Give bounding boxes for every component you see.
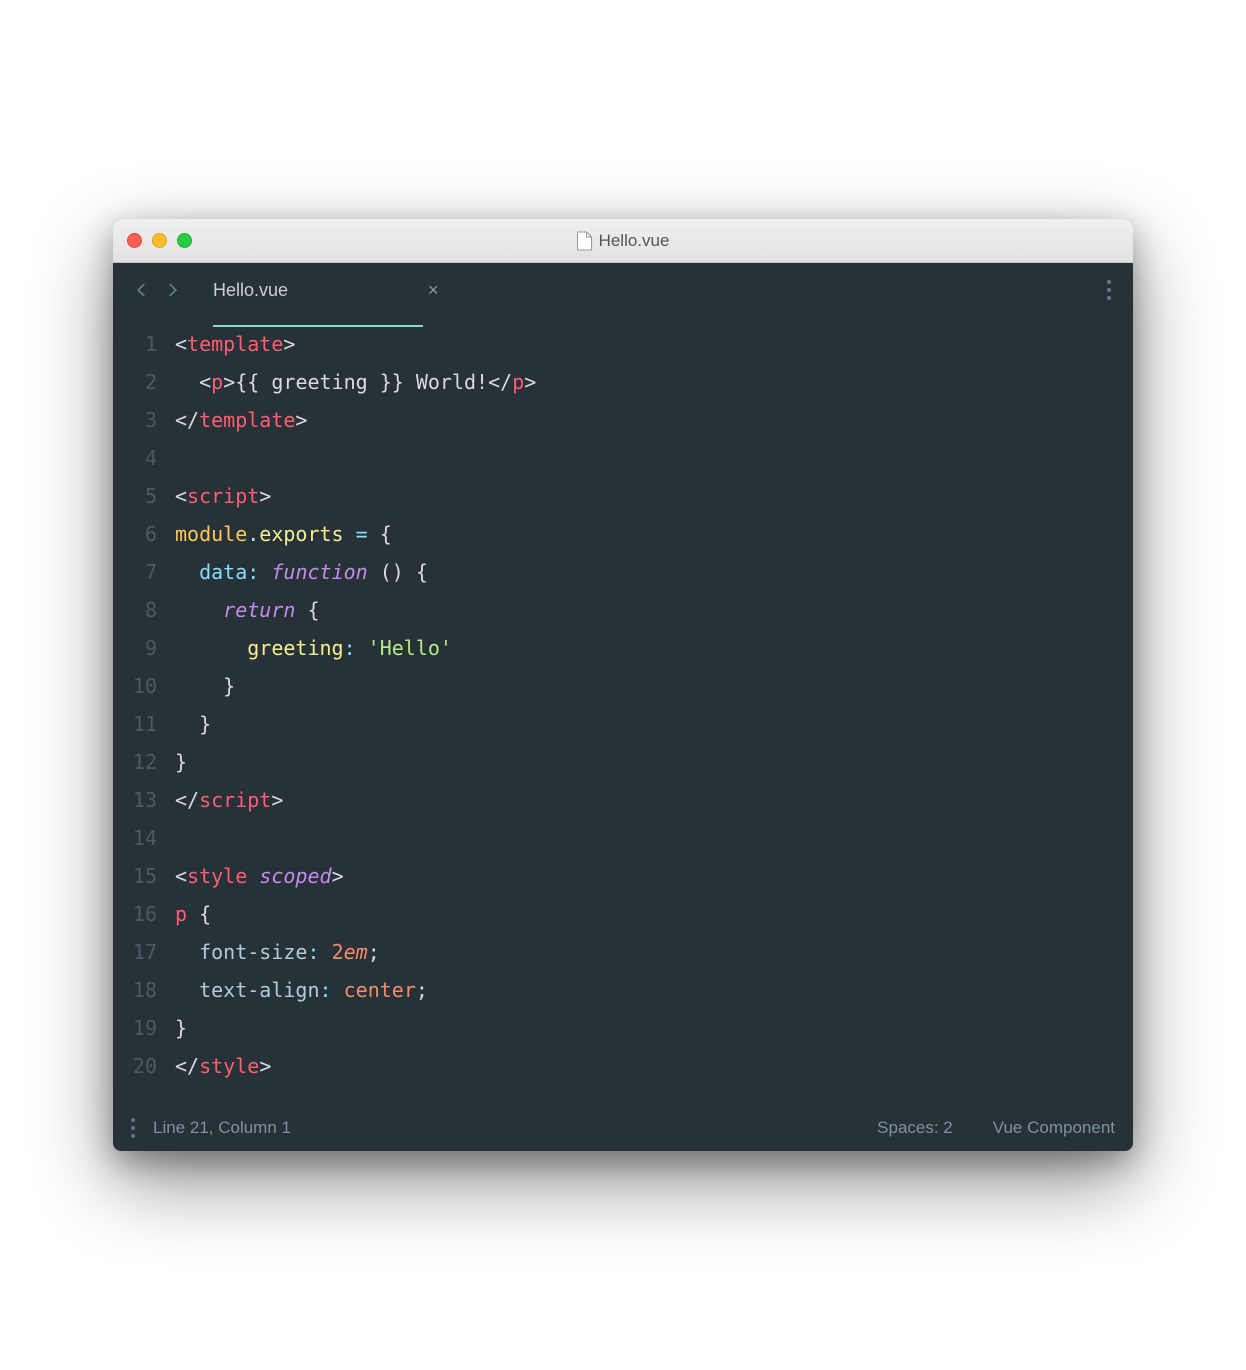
line-number: 5 [113,477,157,515]
chevron-right-icon [163,281,181,299]
code-line[interactable]: <script> [175,477,1113,515]
line-number: 10 [113,667,157,705]
minimize-window-button[interactable] [152,233,167,248]
line-number: 12 [113,743,157,781]
close-window-button[interactable] [127,233,142,248]
nav-forward-button[interactable] [157,275,187,305]
title-bar: Hello.vue [113,219,1133,263]
window-title-text: Hello.vue [599,231,670,251]
code-line[interactable]: } [175,667,1113,705]
dot-icon [131,1118,135,1122]
dot-icon [131,1126,135,1130]
nav-back-button[interactable] [127,275,157,305]
line-number: 6 [113,515,157,553]
line-number: 7 [113,553,157,591]
code-line[interactable]: font-size: 2em; [175,933,1113,971]
code-line[interactable]: <template> [175,325,1113,363]
line-number: 9 [113,629,157,667]
line-number-gutter: 1234567891011121314151617181920 [113,325,175,1085]
code-line[interactable]: </template> [175,401,1113,439]
line-number: 17 [113,933,157,971]
tab-active[interactable]: Hello.vue × [213,268,439,313]
code-line[interactable]: } [175,743,1113,781]
line-number: 16 [113,895,157,933]
traffic-lights [127,233,192,248]
file-icon [577,231,593,251]
line-number: 19 [113,1009,157,1047]
line-number: 3 [113,401,157,439]
code-line[interactable]: module.exports = { [175,515,1113,553]
line-number: 2 [113,363,157,401]
dot-icon [1107,280,1111,284]
code-line[interactable]: return { [175,591,1113,629]
line-number: 13 [113,781,157,819]
code-line[interactable]: greeting: 'Hello' [175,629,1113,667]
line-number: 1 [113,325,157,363]
editor-window: Hello.vue Hello.vue × 123456789101112131… [113,219,1133,1151]
dot-icon [1107,288,1111,292]
zoom-window-button[interactable] [177,233,192,248]
line-number: 18 [113,971,157,1009]
cursor-position[interactable]: Line 21, Column 1 [153,1118,291,1138]
status-bar: Line 21, Column 1 Spaces: 2 Vue Componen… [113,1105,1133,1151]
more-menu-button[interactable] [1099,272,1119,308]
code-line[interactable] [175,819,1113,857]
dot-icon [131,1134,135,1138]
line-number: 15 [113,857,157,895]
indent-setting[interactable]: Spaces: 2 [877,1118,953,1138]
tab-bar: Hello.vue × [113,263,1133,317]
code-line[interactable]: <style scoped> [175,857,1113,895]
line-number: 14 [113,819,157,857]
code-line[interactable]: </script> [175,781,1113,819]
code-line[interactable]: } [175,705,1113,743]
dot-icon [1107,296,1111,300]
code-line[interactable]: data: function () { [175,553,1113,591]
code-line[interactable]: text-align: center; [175,971,1113,1009]
chevron-left-icon [133,281,151,299]
code-editor[interactable]: 1234567891011121314151617181920 <templat… [113,317,1133,1105]
code-line[interactable]: <p>{{ greeting }} World!</p> [175,363,1113,401]
code-line[interactable] [175,439,1113,477]
code-line[interactable]: } [175,1009,1113,1047]
code-line[interactable]: p { [175,895,1113,933]
line-number: 11 [113,705,157,743]
tab-close-button[interactable]: × [428,280,439,301]
line-number: 4 [113,439,157,477]
line-number: 8 [113,591,157,629]
line-number: 20 [113,1047,157,1085]
tab-label: Hello.vue [213,268,288,313]
language-mode[interactable]: Vue Component [993,1118,1115,1138]
tab-underline [213,325,423,327]
status-menu-button[interactable] [131,1118,135,1138]
code-content[interactable]: <template> <p>{{ greeting }} World!</p><… [175,325,1133,1085]
code-line[interactable]: </style> [175,1047,1113,1085]
window-title: Hello.vue [577,231,670,251]
